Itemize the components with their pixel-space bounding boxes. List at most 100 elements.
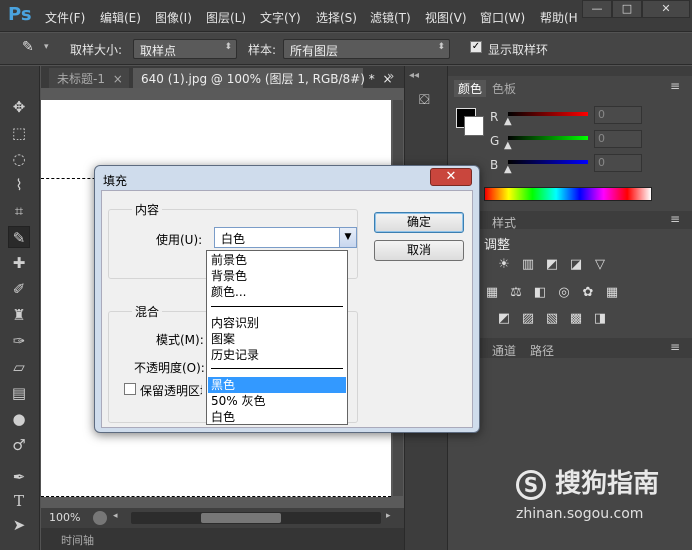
history-brush-tool-icon[interactable]: ✑ — [8, 330, 30, 352]
close-window-button[interactable]: ✕ — [642, 0, 690, 18]
tabs-overflow-icon[interactable]: » — [387, 69, 394, 83]
zoom-level[interactable]: 100% — [49, 511, 80, 524]
threshold-icon[interactable]: ▧ — [544, 312, 560, 326]
minimize-button[interactable]: — — [582, 0, 612, 18]
menu-bar: Ps 文件(F) 编辑(E) 图像(I) 图层(L) 文字(Y) 选择(S) 滤… — [0, 0, 692, 32]
slider-handle-icon[interactable]: ▲ — [504, 164, 512, 175]
option-pattern[interactable]: 图案 — [208, 331, 346, 347]
tab-channels[interactable]: 通道 — [492, 342, 516, 359]
sample-dropdown[interactable]: 所有图层 ⬍ — [283, 39, 450, 59]
photo-filter-icon[interactable]: ◎ — [556, 286, 572, 300]
background-color-swatch[interactable] — [464, 116, 484, 136]
menu-help[interactable]: 帮助(H — [540, 9, 578, 26]
channel-g-slider[interactable] — [508, 136, 588, 140]
channel-g-field[interactable]: 0 — [594, 130, 642, 148]
scroll-thumb[interactable] — [201, 513, 281, 523]
tab-untitled[interactable]: 未标题-1 × — [49, 68, 129, 88]
slider-handle-icon[interactable]: ▲ — [504, 140, 512, 151]
blur-tool-icon[interactable]: ● — [8, 408, 30, 430]
option-50-gray[interactable]: 50% 灰色 — [208, 393, 346, 409]
color-lookup-icon[interactable]: ▦ — [604, 286, 620, 300]
move-tool-icon[interactable]: ✥ — [8, 96, 30, 118]
exposure-icon[interactable]: ◪ — [568, 258, 584, 272]
menu-select[interactable]: 选择(S) — [316, 9, 357, 26]
marquee-tool-icon[interactable]: ⬚ — [8, 122, 30, 144]
timeline-label[interactable]: 时间轴 — [61, 532, 94, 548]
channel-mixer-icon[interactable]: ✿ — [580, 286, 596, 300]
type-tool-icon[interactable]: T — [8, 490, 30, 512]
balance-icon[interactable]: ⚖ — [508, 286, 524, 300]
option-background[interactable]: 背景色 — [208, 268, 346, 284]
curves-icon[interactable]: ◩ — [544, 258, 560, 272]
ok-button[interactable]: 确定 — [374, 212, 464, 233]
healing-brush-tool-icon[interactable]: ✚ — [8, 252, 30, 274]
sample-size-dropdown[interactable]: 取样点 ⬍ — [133, 39, 237, 59]
tab-swatches[interactable]: 色板 — [492, 80, 516, 97]
clone-stamp-tool-icon[interactable]: ♜ — [8, 304, 30, 326]
tab-paths[interactable]: 路径 — [530, 342, 554, 359]
scroll-right-icon[interactable]: ▸ — [386, 511, 391, 521]
cube-3d-icon[interactable]: ⛋ — [419, 92, 437, 110]
eyedropper-tool-icon[interactable]: ✎ — [8, 226, 30, 248]
lasso-tool-icon[interactable]: ◌ — [8, 148, 30, 170]
menu-image[interactable]: 图像(I) — [155, 9, 192, 26]
chevron-down-icon[interactable]: ▼ — [339, 228, 356, 247]
channel-b-field[interactable]: 0 — [594, 154, 642, 172]
invert-icon[interactable]: ◩ — [496, 312, 512, 326]
menu-view[interactable]: 视图(V) — [425, 9, 467, 26]
channel-r-field[interactable]: 0 — [594, 106, 642, 124]
channel-b-slider[interactable] — [508, 160, 588, 164]
eyedropper-icon[interactable]: ✎ — [22, 39, 34, 55]
menu-filter[interactable]: 滤镜(T) — [370, 9, 411, 26]
menu-edit[interactable]: 编辑(E) — [100, 9, 141, 26]
menu-file[interactable]: 文件(F) — [45, 9, 85, 26]
option-foreground[interactable]: 前景色 — [208, 252, 346, 268]
show-ring-checkbox[interactable]: ✓ — [470, 41, 482, 53]
option-white[interactable]: 白色 — [208, 409, 346, 425]
eraser-tool-icon[interactable]: ▱ — [8, 356, 30, 378]
status-arrow-icon[interactable]: ◂ — [113, 511, 118, 521]
gradient-map-icon[interactable]: ◨ — [592, 312, 608, 326]
menu-window[interactable]: 窗口(W) — [480, 9, 525, 26]
option-content-aware[interactable]: 内容识别 — [208, 315, 346, 331]
menu-type[interactable]: 文字(Y) — [260, 9, 301, 26]
gradient-tool-icon[interactable]: ▤ — [8, 382, 30, 404]
cancel-button[interactable]: 取消 — [374, 240, 464, 261]
use-select[interactable]: 白色 ▼ — [214, 227, 357, 248]
status-info-icon[interactable] — [93, 511, 107, 525]
path-select-tool-icon[interactable]: ➤ — [8, 514, 30, 536]
channel-r-slider[interactable] — [508, 112, 588, 116]
levels-icon[interactable]: ▥ — [520, 258, 536, 272]
posterize-icon[interactable]: ▨ — [520, 312, 536, 326]
quick-select-tool-icon[interactable]: ⌇ — [8, 174, 30, 196]
panel-menu-icon[interactable]: ≡ — [670, 212, 680, 226]
document-tabs: 未标题-1 × 640 (1).jpg @ 100% (图层 1, RGB/8#… — [41, 66, 404, 88]
tab-640-jpg[interactable]: 640 (1).jpg @ 100% (图层 1, RGB/8#) * × — [133, 68, 393, 88]
slider-handle-icon[interactable]: ▲ — [504, 116, 512, 127]
bw-icon[interactable]: ◧ — [532, 286, 548, 300]
horizontal-scrollbar[interactable] — [131, 512, 381, 524]
tool-preset-arrow-icon[interactable]: ▾ — [44, 42, 49, 52]
restore-button[interactable]: □ — [612, 0, 642, 18]
option-history[interactable]: 历史记录 — [208, 347, 346, 363]
menu-layer[interactable]: 图层(L) — [206, 9, 246, 26]
selective-color-icon[interactable]: ▩ — [568, 312, 584, 326]
panel-menu-icon[interactable]: ≡ — [670, 79, 680, 93]
tab-close-icon[interactable]: × — [113, 72, 123, 86]
pen-tool-icon[interactable]: ✒ — [8, 466, 30, 488]
dialog-close-button[interactable]: ✕ — [430, 168, 472, 186]
collapse-icon[interactable]: ◂◂ — [409, 70, 419, 81]
option-black[interactable]: 黑色 — [208, 377, 346, 393]
tab-color[interactable]: 颜色 — [454, 80, 487, 97]
dodge-tool-icon[interactable]: ♂ — [8, 434, 30, 456]
crop-tool-icon[interactable]: ⌗ — [8, 200, 30, 222]
panel-menu-icon[interactable]: ≡ — [670, 340, 680, 354]
hue-icon[interactable]: ▦ — [484, 286, 500, 300]
color-spectrum-bar[interactable] — [484, 187, 652, 201]
vibrance-icon[interactable]: ▽ — [592, 258, 608, 272]
brightness-icon[interactable]: ☀ — [496, 258, 512, 272]
brush-tool-icon[interactable]: ✐ — [8, 278, 30, 300]
option-color[interactable]: 颜色... — [208, 284, 346, 300]
tab-styles[interactable]: 样式 — [492, 214, 516, 231]
preserve-transparency-checkbox[interactable] — [124, 383, 136, 395]
